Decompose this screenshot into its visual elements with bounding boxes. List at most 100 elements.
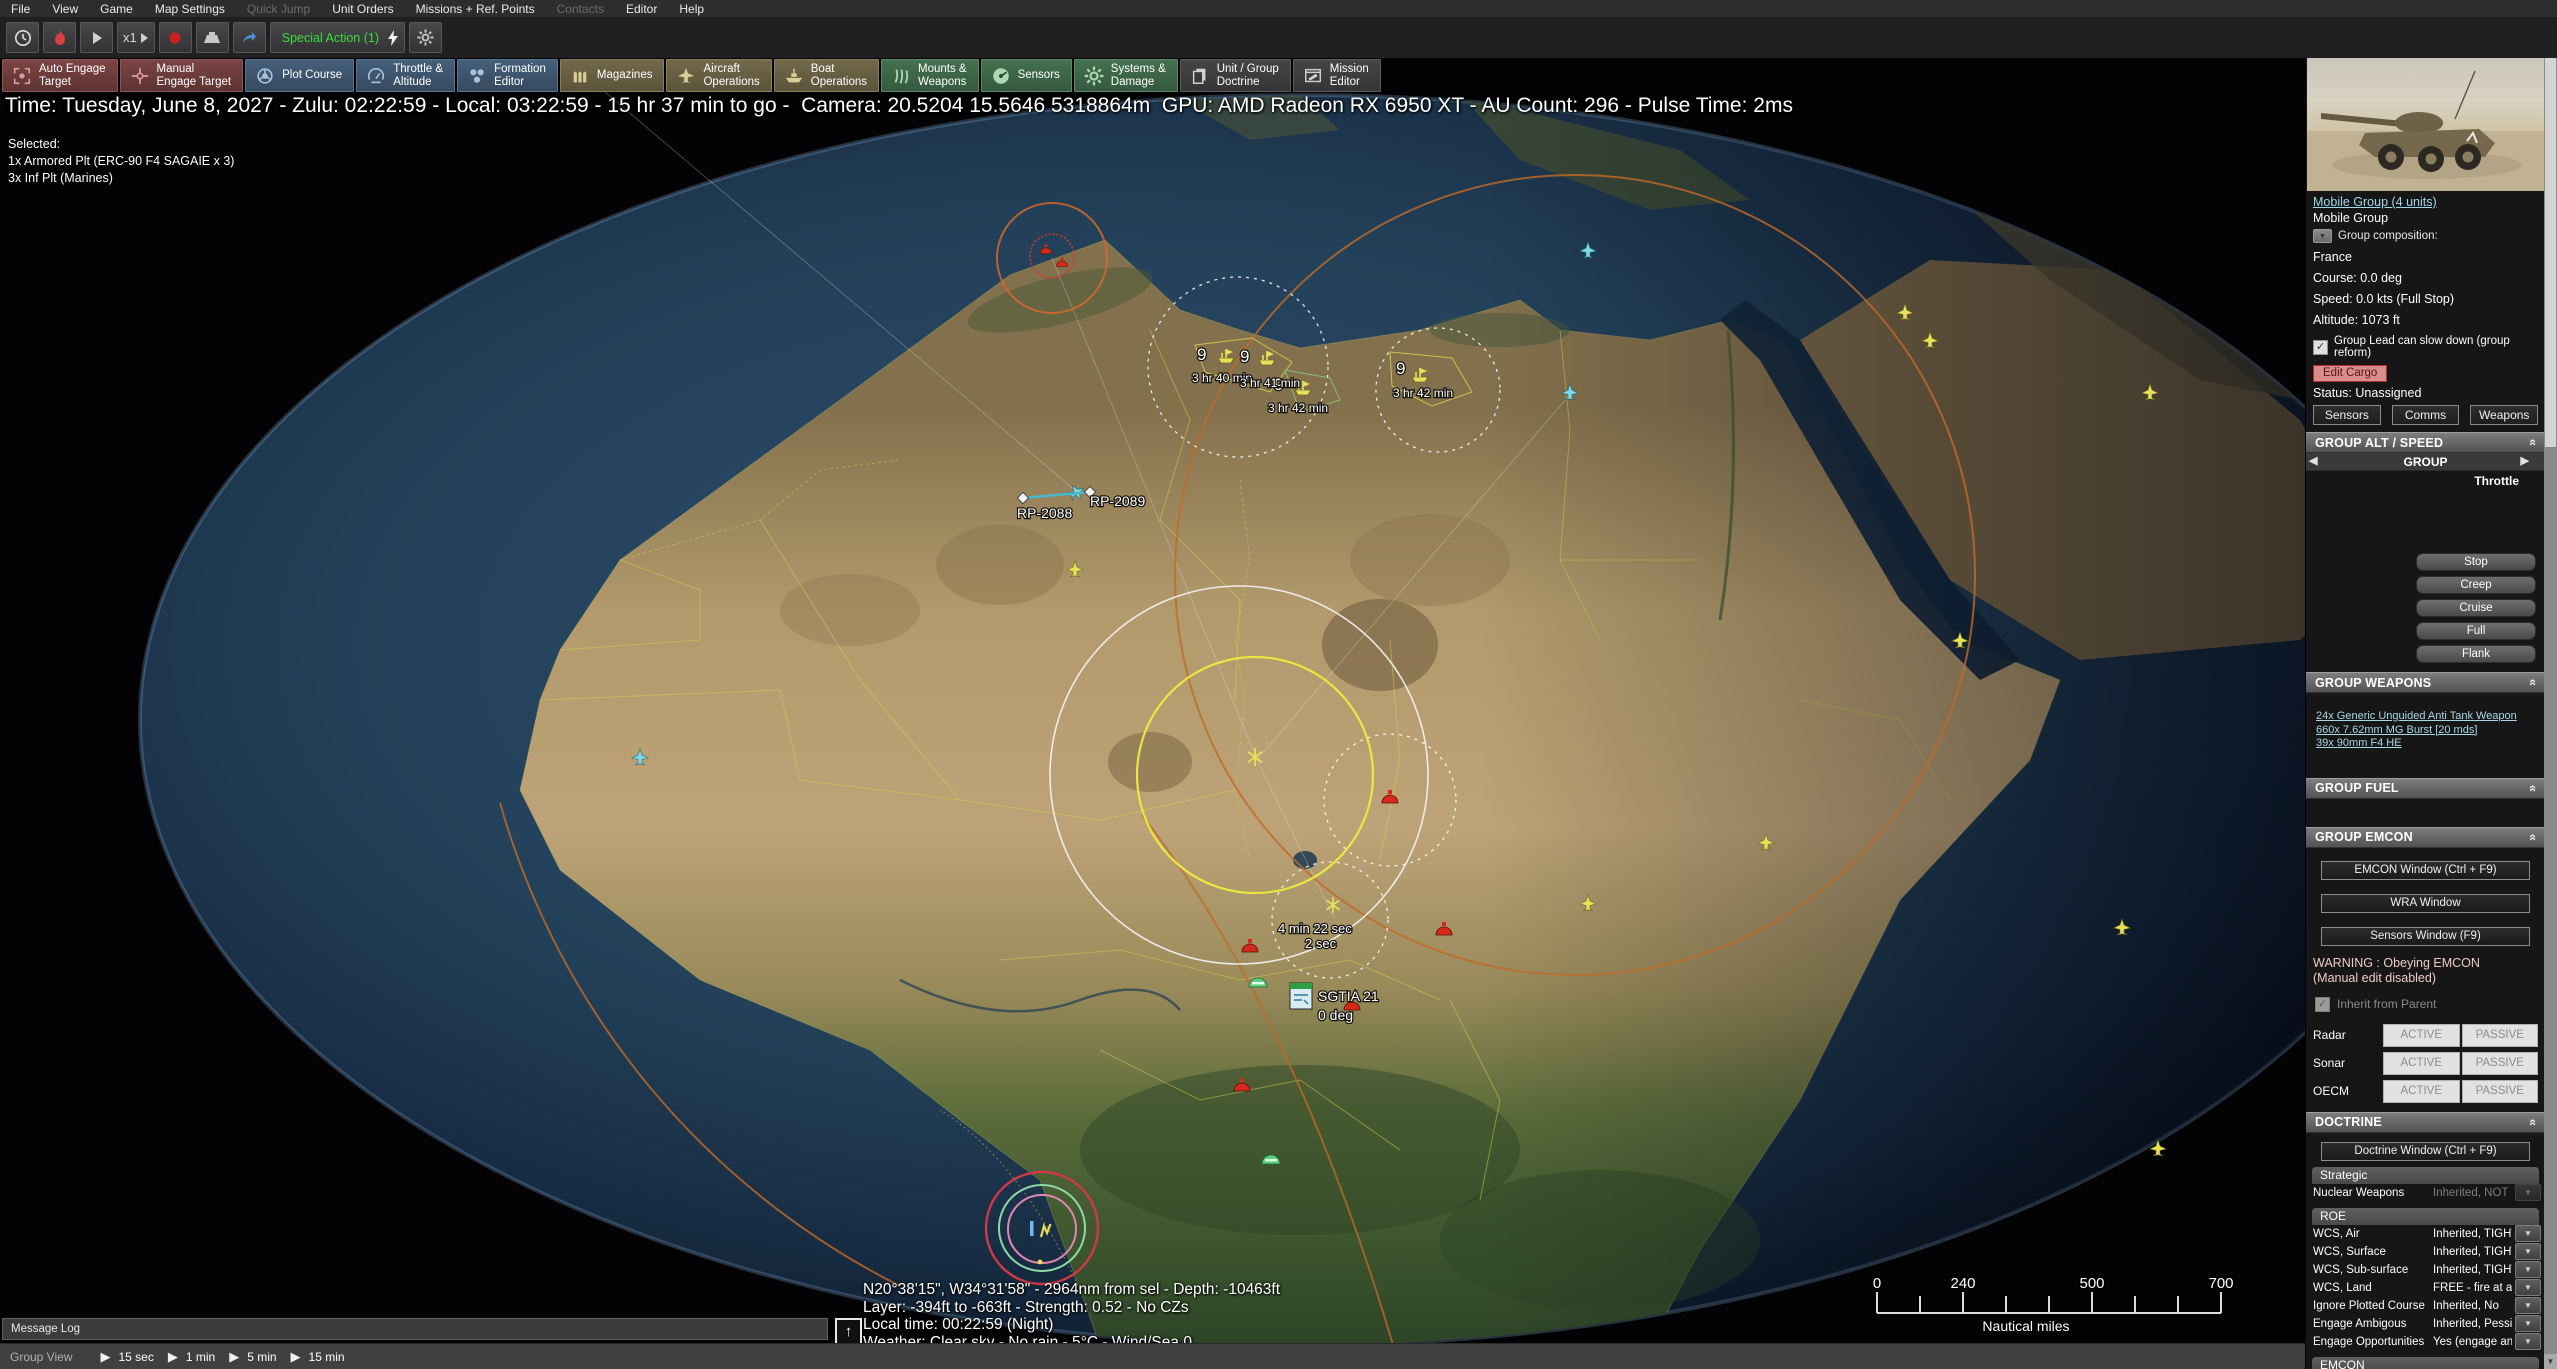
engage-opportunities-label: Engage Opportunities <box>2313 1336 2433 1348</box>
next-arrow-icon[interactable]: ▶ <box>2521 454 2529 467</box>
jump-button[interactable] <box>233 22 266 53</box>
mounts-weapons-button[interactable]: Mounts & Weapons <box>881 59 979 92</box>
auto-engage-target-button[interactable]: Auto Engage Target <box>2 59 118 92</box>
dropdown-icon[interactable]: ▼ <box>2515 1261 2541 1278</box>
time-step-arrow-icon[interactable]: ▶ <box>100 1349 110 1365</box>
menu-unit-orders[interactable]: Unit Orders <box>321 1 404 17</box>
edit-cargo-button[interactable]: Edit Cargo <box>2313 365 2387 382</box>
settings-button[interactable] <box>409 22 442 53</box>
throttle-altitude-button[interactable]: Throttle & Altitude <box>356 59 455 92</box>
menu-quick-jump[interactable]: Quick Jump <box>236 1 321 17</box>
throttle-stop-button[interactable]: Stop <box>2416 553 2536 571</box>
play-button[interactable] <box>80 22 113 53</box>
weapon-link[interactable]: 660x 7.62mm MG Burst [20 mds] <box>2316 724 2545 738</box>
sensors-panel-button[interactable]: Sensors <box>2313 405 2381 425</box>
systems-damage-button[interactable]: Systems & Damage <box>1074 59 1178 92</box>
menu-help[interactable]: Help <box>668 1 715 17</box>
map-view[interactable]: RP-2088 RP-2089 9 9 9 9 3 hr 40 min 3 hr… <box>0 0 2557 1369</box>
doctrine-window-button[interactable]: Doctrine Window (Ctrl + F9) <box>2321 1142 2530 1161</box>
menu-game[interactable]: Game <box>89 1 144 17</box>
sonar-active-button[interactable]: ACTIVE <box>2383 1052 2460 1075</box>
gauge-icon <box>366 66 386 86</box>
scenario-fire-button[interactable] <box>43 22 76 53</box>
dropdown-icon[interactable]: ▼ <box>2515 1225 2541 1242</box>
manual-engage-target-button[interactable]: Manual Engage Target <box>120 59 244 92</box>
dropdown-icon[interactable]: ▼ <box>2515 1243 2541 1260</box>
selected-unit-line: 3x Inf Plt (Marines) <box>8 170 234 187</box>
prev-arrow-icon[interactable]: ◀ <box>2309 454 2317 467</box>
throttle-cruise-button[interactable]: Cruise <box>2416 599 2536 617</box>
time-step-15sec[interactable]: 15 sec <box>118 1350 153 1364</box>
time-step-1min[interactable]: 1 min <box>186 1350 215 1364</box>
weapon-link[interactable]: 24x Generic Unguided Anti Tank Weapon <box>2316 710 2545 724</box>
menu-contacts[interactable]: Contacts <box>546 1 615 17</box>
weapons-panel-button[interactable]: Weapons <box>2470 405 2538 425</box>
aircraft-operations-button[interactable]: Aircraft Operations <box>666 59 771 92</box>
mobile-group-link[interactable]: Mobile Group (4 units) <box>2313 195 2545 209</box>
magazines-button[interactable]: Magazines <box>560 59 665 92</box>
screenshot-button[interactable] <box>196 22 229 53</box>
throttle-flank-button[interactable]: Flank <box>2416 645 2536 663</box>
emcon-window-button[interactable]: EMCON Window (Ctrl + F9) <box>2321 861 2530 880</box>
menu-map-settings[interactable]: Map Settings <box>144 1 236 17</box>
ref-point-label[interactable]: RP-2089 <box>1090 493 1145 509</box>
menu-editor[interactable]: Editor <box>615 1 668 17</box>
eta-label: 3 hr 42 min <box>1393 386 1453 400</box>
radar-active-button[interactable]: ACTIVE <box>2383 1024 2460 1047</box>
scrollbar-thumb[interactable] <box>2545 17 2556 447</box>
dropdown-icon[interactable]: ▼ <box>2515 1279 2541 1296</box>
composition-label: Group composition: <box>2338 230 2438 242</box>
plot-course-button[interactable]: Plot Course <box>245 59 354 92</box>
unit-group-doctrine-button[interactable]: Unit / Group Doctrine <box>1180 59 1291 92</box>
dropdown-icon[interactable]: ▼ <box>2515 1315 2541 1332</box>
group-fuel-header[interactable]: GROUP FUEL« <box>2306 778 2545 799</box>
boat-operations-button[interactable]: Boat Operations <box>774 59 879 92</box>
ribbon-label: Mounts & Weapons <box>918 63 967 88</box>
group-emcon-header[interactable]: GROUP EMCON« <box>2306 827 2545 848</box>
inherit-parent-checkbox[interactable]: ✓ <box>2315 997 2330 1012</box>
sonar-passive-button[interactable]: PASSIVE <box>2462 1052 2539 1075</box>
time-step-arrow-icon[interactable]: ▶ <box>168 1349 178 1365</box>
time-compression-button[interactable]: x1 <box>117 22 155 53</box>
weapon-link[interactable]: 39x 90mm F4 HE <box>2316 737 2545 751</box>
north-indicator[interactable]: ↑ <box>835 1318 862 1345</box>
comms-panel-button[interactable]: Comms <box>2392 405 2460 425</box>
time-step-5min[interactable]: 5 min <box>247 1350 276 1364</box>
group-lead-checkbox[interactable]: ✓ <box>2313 340 2328 355</box>
dropdown-icon[interactable]: ▼ <box>2515 1333 2541 1350</box>
dropdown-icon[interactable]: ▼ <box>2515 1297 2541 1314</box>
dropdown-icon[interactable]: ▼ <box>2515 1184 2541 1201</box>
doctrine-header[interactable]: DOCTRINE« <box>2306 1112 2545 1133</box>
throttle-full-button[interactable]: Full <box>2416 622 2536 640</box>
scroll-down-icon[interactable]: ▼ <box>2544 1354 2557 1369</box>
radar-passive-button[interactable]: PASSIVE <box>2462 1024 2539 1047</box>
oecm-active-button[interactable]: ACTIVE <box>2383 1080 2460 1103</box>
message-log-bar[interactable]: Message Log <box>2 1318 828 1340</box>
menu-missions-ref-points[interactable]: Missions + Ref. Points <box>405 1 546 17</box>
special-action-button[interactable]: Special Action (1) <box>270 22 405 53</box>
time-step-arrow-icon[interactable]: ▶ <box>291 1349 301 1365</box>
time-step-arrow-icon[interactable]: ▶ <box>229 1349 239 1365</box>
record-button[interactable] <box>159 22 192 53</box>
sensors-window-button[interactable]: Sensors Window (F9) <box>2321 927 2530 946</box>
oecm-passive-button[interactable]: PASSIVE <box>2462 1080 2539 1103</box>
wra-window-button[interactable]: WRA Window <box>2321 894 2530 913</box>
menu-view[interactable]: View <box>41 1 89 17</box>
ribbon-label: Auto Engage Target <box>39 63 106 88</box>
game-time-button[interactable] <box>6 22 39 53</box>
group-weapons-header[interactable]: GROUP WEAPONS« <box>2306 672 2545 693</box>
ribbon-label: Plot Course <box>282 69 342 82</box>
sidebar-scrollbar[interactable]: ▲ ▼ <box>2544 0 2557 1369</box>
time-step-15min[interactable]: 15 min <box>309 1350 345 1364</box>
ref-point-label[interactable]: RP-2088 <box>1017 505 1072 521</box>
composition-dropdown[interactable]: ▼ <box>2313 229 2332 243</box>
group-alt-speed-header[interactable]: GROUP ALT / SPEED« <box>2306 432 2545 453</box>
selected-group-icon[interactable] <box>1290 983 1312 1009</box>
mission-editor-button[interactable]: Mission Editor <box>1293 59 1381 92</box>
throttle-creep-button[interactable]: Creep <box>2416 576 2536 594</box>
menu-file[interactable]: File <box>0 1 41 17</box>
flame-icon <box>52 29 68 47</box>
group-selector[interactable]: ◀ GROUP ▶ <box>2306 453 2545 471</box>
sensors-button[interactable]: Sensors <box>981 59 1072 92</box>
formation-editor-button[interactable]: Formation Editor <box>457 59 558 92</box>
